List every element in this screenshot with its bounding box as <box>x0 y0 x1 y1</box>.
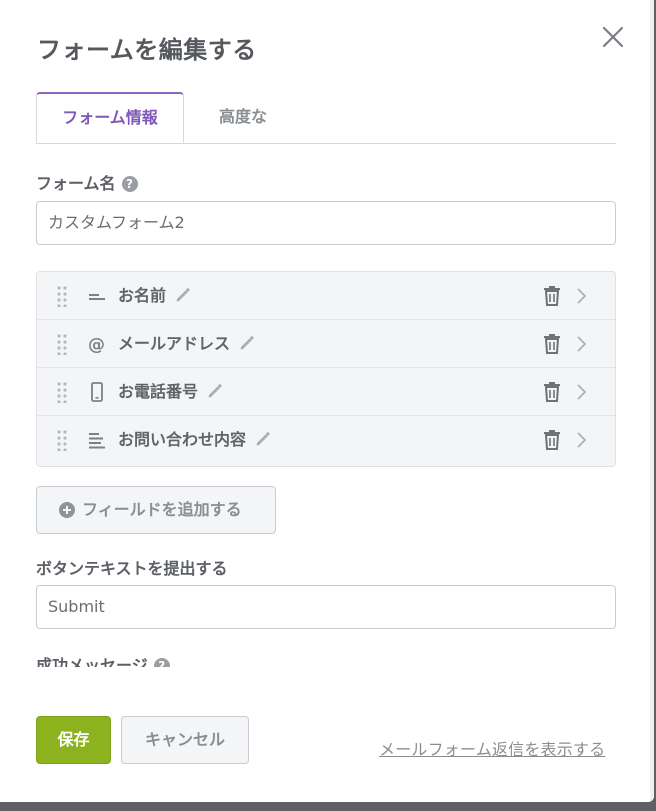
chevron-right-icon[interactable] <box>575 287 587 305</box>
svg-text:@: @ <box>88 335 105 354</box>
field-label-row: お電話番号 <box>118 368 224 416</box>
field-label-row: お名前 <box>118 272 192 320</box>
field-list: お名前 @ メールアドレス お電話番号 お問い合わせ内容 <box>36 271 616 467</box>
help-icon[interactable]: ? <box>153 658 170 667</box>
drag-handle-icon[interactable] <box>56 429 68 451</box>
plus-circle-icon <box>59 502 75 518</box>
add-field-button[interactable]: フィールドを追加する <box>36 486 276 534</box>
short-text-icon <box>89 294 105 300</box>
field-email-text: メールアドレス <box>118 334 231 353</box>
button-text-label: ボタンテキストを提出する <box>36 559 228 578</box>
pencil-icon[interactable] <box>174 286 192 304</box>
chevron-right-icon[interactable] <box>575 383 587 401</box>
drag-handle-icon[interactable] <box>56 285 68 307</box>
close-icon[interactable] <box>600 24 626 50</box>
add-field-label: フィールドを追加する <box>82 500 242 519</box>
chevron-right-icon[interactable] <box>575 335 587 353</box>
success-message-label: 成功メッセージ? <box>36 651 236 667</box>
scrollbar[interactable] <box>650 0 654 802</box>
edit-form-dialog: フォームを編集する フォーム情報 高度な フォーム名? カスタムフォーム2 お名… <box>0 0 654 802</box>
field-inquiry-text: お問い合わせ内容 <box>118 430 247 449</box>
form-name-label: フォーム名? <box>36 170 138 194</box>
pencil-icon[interactable] <box>254 430 272 448</box>
field-name-text: お名前 <box>118 286 167 305</box>
form-name-input[interactable]: カスタムフォーム2 <box>36 201 616 245</box>
trash-icon[interactable] <box>542 429 562 451</box>
dialog-title: フォームを編集する <box>37 36 257 64</box>
pencil-icon[interactable] <box>238 334 256 352</box>
trash-icon[interactable] <box>542 285 562 307</box>
field-label-row: メールアドレス <box>118 320 256 368</box>
paragraph-icon <box>89 433 105 449</box>
form-name-label-text: フォーム名 <box>36 174 116 193</box>
email-reply-preview-link[interactable]: メールフォーム返信を表示する <box>379 736 605 760</box>
field-phone-text: お電話番号 <box>118 382 199 401</box>
tab-bar: フォーム情報 高度な <box>36 92 616 144</box>
trash-icon[interactable] <box>542 333 562 355</box>
chevron-right-icon[interactable] <box>575 431 587 449</box>
field-row-email[interactable]: @ メールアドレス <box>37 320 615 368</box>
tab-advanced[interactable]: 高度な <box>206 92 280 142</box>
drag-handle-icon[interactable] <box>56 381 68 403</box>
save-button[interactable]: 保存 <box>36 716 111 764</box>
drag-handle-icon[interactable] <box>56 333 68 355</box>
trash-icon[interactable] <box>542 381 562 403</box>
phone-icon <box>91 382 103 402</box>
cancel-button[interactable]: キャンセル <box>121 716 249 764</box>
field-row-phone[interactable]: お電話番号 <box>37 368 615 416</box>
tab-form-info[interactable]: フォーム情報 <box>36 92 184 143</box>
success-message-text: 成功メッセージ <box>36 656 148 667</box>
field-row-name[interactable]: お名前 <box>37 272 615 320</box>
pencil-icon[interactable] <box>206 382 224 400</box>
at-sign-icon: @ <box>88 335 105 354</box>
field-row-inquiry[interactable]: お問い合わせ内容 <box>37 416 615 464</box>
help-icon[interactable]: ? <box>121 176 138 192</box>
field-label-row: お問い合わせ内容 <box>118 416 272 464</box>
button-text-input[interactable]: Submit <box>36 585 616 629</box>
